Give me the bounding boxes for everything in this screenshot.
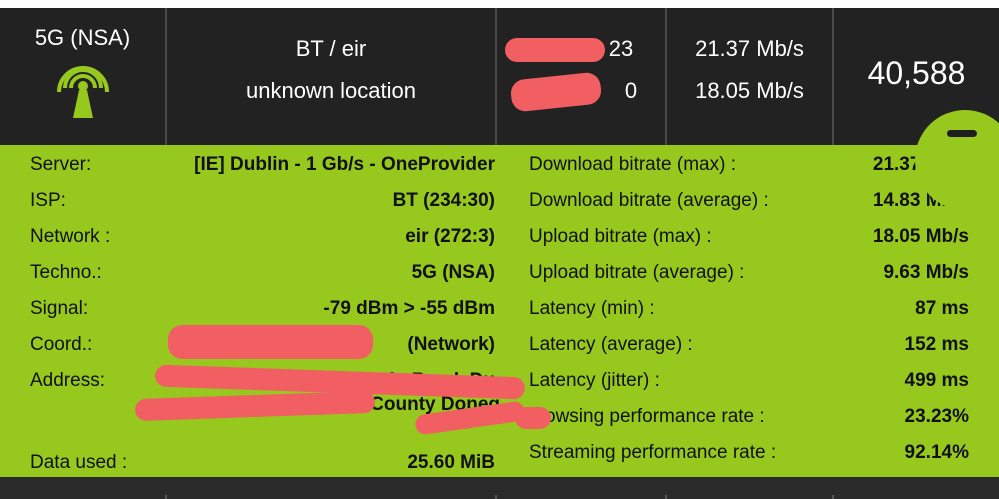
download-avg-label: Download bitrate (average) : (529, 190, 769, 211)
antenna-icon (57, 66, 109, 118)
divider (165, 495, 167, 499)
redaction-mark (168, 325, 373, 359)
operator-cell: BT / eir unknown location (167, 8, 497, 145)
upload-avg-label: Upload bitrate (average) : (529, 262, 745, 283)
server-label: Server: (30, 154, 92, 175)
download-max-label: Download bitrate (max) : (529, 154, 736, 175)
latency-min-label: Latency (min) : (529, 298, 655, 319)
latency-avg-label: Latency (average) : (529, 334, 693, 355)
redaction-mark (505, 38, 605, 62)
details-panel: Server: [IE] Dublin - 1 Gb/s - OneProvid… (0, 145, 999, 477)
next-result-strip (0, 477, 999, 499)
upload-rate: 18.05 Mb/s (695, 78, 804, 103)
address-label: Address: (30, 370, 105, 391)
divider (495, 495, 497, 499)
redaction-mark (515, 407, 551, 429)
upload-max-label: Upload bitrate (max) : (529, 226, 712, 247)
browsing-rate-label: owsing performance rate : (545, 406, 765, 427)
server-value: [IE] Dublin - 1 Gb/s - OneProvider (194, 154, 495, 175)
signal-value: -79 dBm > -55 dBm (323, 298, 495, 319)
signal-label: Signal: (30, 298, 89, 319)
techno-detail-value: 5G (NSA) (411, 262, 495, 283)
coord-label: Coord.: (30, 334, 93, 355)
operator-name: BT / eir (295, 36, 367, 61)
latency-min-value: 87 ms (915, 298, 969, 319)
data-used-label: Data used : (30, 452, 128, 473)
isp-value: BT (234:30) (392, 190, 495, 211)
result-header[interactable]: 5G (NSA) BT / eir unknown location 23 0 … (0, 0, 999, 145)
isp-label: ISP: (30, 190, 66, 211)
divider (665, 495, 667, 499)
data-used-value: 25.60 MiB (407, 452, 495, 473)
upload-max-value: 18.05 Mb/s (872, 226, 969, 247)
latency-jitter-label: Latency (jitter) : (529, 370, 660, 391)
score-value: 40,588 (867, 55, 966, 91)
redaction-mark (134, 390, 376, 422)
streaming-rate-value: 92.14% (904, 442, 969, 463)
network-label: Network : (30, 226, 111, 247)
latency-avg-value: 152 ms (904, 334, 969, 355)
network-value: eir (272:3) (405, 226, 495, 247)
coord-value: (Network) (407, 334, 495, 355)
datetime-cell: 23 0 (497, 8, 667, 145)
streaming-rate-label: Streaming performance rate : (529, 442, 777, 463)
latency-jitter-value: 499 ms (904, 370, 969, 391)
browsing-rate-value: 23.23% (904, 406, 969, 427)
divider (832, 495, 834, 499)
upload-avg-value: 9.63 Mb/s (883, 262, 969, 283)
download-rate: 21.37 Mb/s (695, 36, 804, 61)
techno-cell: 5G (NSA) (0, 8, 167, 145)
bitrate-cell: 21.37 Mb/s 18.05 Mb/s (667, 8, 834, 145)
operator-location: unknown location (245, 78, 416, 103)
minus-icon[interactable] (947, 130, 977, 137)
techno-detail-label: Techno.: (30, 262, 102, 283)
techno-label: 5G (NSA) (34, 25, 131, 50)
